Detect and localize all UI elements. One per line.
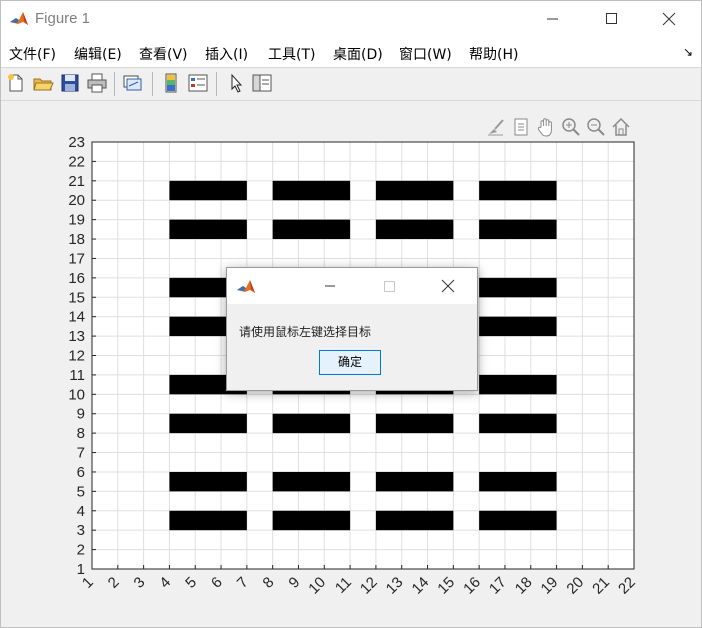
- y-tick-label: 7: [77, 445, 85, 462]
- black-block: [375, 413, 454, 434]
- y-tick-label: 19: [68, 212, 85, 229]
- black-block: [169, 471, 247, 492]
- x-tick-label: 6: [208, 574, 226, 592]
- black-block: [375, 471, 454, 492]
- y-tick-label: 9: [77, 406, 85, 423]
- x-tick-label: 8: [260, 574, 278, 592]
- x-tick-label: 5: [182, 574, 200, 592]
- black-block: [375, 180, 454, 201]
- data-tips-icon[interactable]: [510, 116, 532, 138]
- dialog-minimize-button[interactable]: [315, 268, 345, 308]
- home-restore-view-icon[interactable]: [610, 116, 632, 138]
- black-block: [479, 316, 557, 337]
- x-tick-label: 4: [156, 574, 174, 592]
- y-tick-label: 15: [68, 289, 85, 306]
- black-block: [272, 180, 351, 201]
- x-tick-label: 15: [434, 574, 458, 598]
- black-block: [272, 219, 351, 240]
- y-tick-label: 11: [69, 367, 85, 384]
- x-tick-label: 12: [357, 574, 381, 598]
- y-tick-label: 20: [68, 192, 85, 209]
- y-tick-label: 12: [68, 348, 85, 365]
- dialog-message: 请使用鼠标左键选择目标: [239, 325, 372, 339]
- y-tick-label: 22: [68, 153, 85, 170]
- y-tick-label: 6: [77, 464, 85, 481]
- matlab-logo-icon: [236, 277, 256, 301]
- pan-hand-icon[interactable]: [535, 116, 557, 138]
- black-block: [169, 180, 247, 201]
- x-tick-label: 20: [563, 574, 587, 598]
- y-tick-label: 21: [68, 173, 85, 190]
- black-block: [479, 510, 557, 531]
- y-tick-label: 14: [68, 309, 85, 326]
- y-tick-label: 23: [68, 134, 85, 151]
- black-block: [479, 277, 557, 298]
- x-tick-label: 13: [383, 574, 407, 598]
- black-block: [479, 413, 557, 434]
- black-block: [272, 471, 351, 492]
- axes-toolbar: [485, 116, 635, 138]
- dialog-maximize-button: [375, 268, 405, 308]
- zoom-in-icon[interactable]: [560, 116, 582, 138]
- x-tick-label: 17: [486, 574, 510, 598]
- x-tick-label: 22: [615, 574, 639, 598]
- x-tick-label: 2: [105, 574, 123, 592]
- dialog-close-button[interactable]: [433, 268, 463, 308]
- brush-icon[interactable]: [485, 116, 507, 138]
- x-tick-label: 11: [332, 574, 355, 597]
- black-block: [272, 510, 351, 531]
- black-block: [375, 219, 454, 240]
- x-tick-label: 21: [589, 574, 613, 598]
- x-tick-label: 9: [285, 574, 303, 592]
- y-tick-label: 17: [68, 250, 85, 267]
- black-block: [169, 510, 247, 531]
- y-tick-label: 8: [77, 425, 85, 442]
- y-tick-label: 2: [77, 542, 85, 559]
- ok-button[interactable]: 确定: [319, 350, 381, 375]
- x-tick-label: 7: [234, 574, 252, 592]
- y-tick-label: 13: [68, 328, 85, 345]
- x-tick-label: 3: [131, 574, 149, 592]
- y-tick-label: 5: [77, 483, 85, 500]
- y-tick-label: 4: [77, 503, 85, 520]
- zoom-out-icon[interactable]: [585, 116, 607, 138]
- black-block: [169, 219, 247, 240]
- x-tick-label: 10: [305, 574, 329, 598]
- black-block: [272, 413, 351, 434]
- dialog-title-bar[interactable]: [227, 268, 477, 304]
- x-tick-label: 14: [409, 574, 433, 598]
- black-block: [479, 180, 557, 201]
- y-tick-label: 1: [77, 561, 85, 578]
- x-tick-label: 19: [538, 574, 562, 598]
- black-block: [479, 374, 557, 395]
- black-block: [479, 219, 557, 240]
- y-tick-label: 16: [68, 270, 85, 287]
- y-tick-label: 18: [68, 231, 85, 248]
- black-block: [375, 510, 454, 531]
- x-tick-label: 18: [512, 574, 536, 598]
- y-tick-label: 3: [77, 522, 85, 539]
- black-block: [479, 471, 557, 492]
- black-block: [169, 413, 247, 434]
- message-dialog: 请使用鼠标左键选择目标 确定: [226, 267, 478, 391]
- x-tick-label: 16: [460, 574, 484, 598]
- figure-window: Figure 1 文件(F) 编辑(E) 查看(V) 插入(I) 工具(T) 桌…: [0, 0, 702, 628]
- y-tick-label: 10: [68, 386, 85, 403]
